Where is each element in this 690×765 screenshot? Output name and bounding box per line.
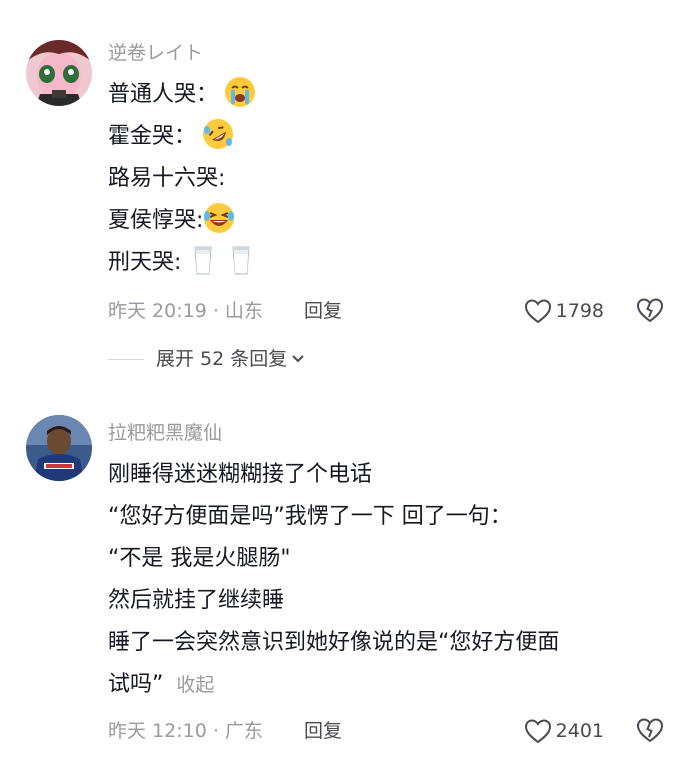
expand-replies-button[interactable]: 展开 52 条回复 [108,341,305,377]
comment-line: 刑天哭: [108,242,670,284]
grinning-squinting-sweat-icon [203,202,235,234]
divider [108,358,144,360]
comment-text: 夏侯惇哭: [108,208,204,233]
comment-date-location: 昨天 20:19 · 山东 [108,300,263,322]
comment-line: 普通人哭： [108,74,670,116]
broken-heart-icon [636,298,664,323]
comment-line: 然后就挂了继续睡 [108,588,285,613]
like-button[interactable]: 1798 [524,293,604,329]
comment-line: 睡了一会突然意识到她好像说的是“您好方便面 [108,630,560,655]
comment-date-location: 昨天 12:10 · 广东 [108,720,263,742]
comment-text: 霍金哭： [108,124,197,149]
reply-button[interactable]: 回复 [304,293,342,329]
chevron-down-icon [292,355,304,363]
comment-line: 刚睡得迷迷糊糊接了个电话 [108,462,373,487]
milk-glass-icon [225,244,257,276]
broken-heart-icon [636,718,664,743]
comment-meta: 昨天 20:19 · 山东 回复 1798 [108,293,664,329]
heart-icon [524,719,551,744]
like-count: 2401 [555,720,604,742]
loudly-crying-face-icon [224,76,256,108]
comment-meta: 昨天 12:10 · 广东 回复 2401 [108,713,664,749]
comment-text: 试吗” [108,672,164,697]
comment-line: 试吗” 收起 [108,664,670,706]
reply-button[interactable]: 回复 [304,713,342,749]
collapse-button[interactable]: 收起 [176,674,214,696]
comment-text: 刑天哭: [108,250,182,275]
like-button[interactable]: 2401 [524,713,604,749]
like-count: 1798 [555,300,604,322]
comment-line: 霍金哭： [108,116,670,158]
avatar[interactable] [26,415,92,481]
comment-line: 路易十六哭: [108,158,670,200]
comment-text: 路易十六哭: [108,166,226,191]
comment-line: 夏侯惇哭: [108,200,670,242]
expand-replies-label: 展开 52 条回复 [156,348,288,370]
comment-line: “您好方便面是吗”我愣了一下 回了一句： [108,504,512,529]
comment-text: 普通人哭： [108,82,219,107]
rolling-on-floor-laughing-icon [202,118,234,150]
username[interactable]: 拉粑粑黑魔仙 [108,418,670,448]
avatar[interactable] [26,40,92,106]
dislike-button[interactable] [636,717,664,755]
milk-glass-icon [187,244,219,276]
heart-icon [524,299,551,324]
username[interactable]: 逆卷レイト [108,38,670,68]
dislike-button[interactable] [636,297,664,335]
comment-line: “不是 我是火腿肠" [108,546,291,571]
